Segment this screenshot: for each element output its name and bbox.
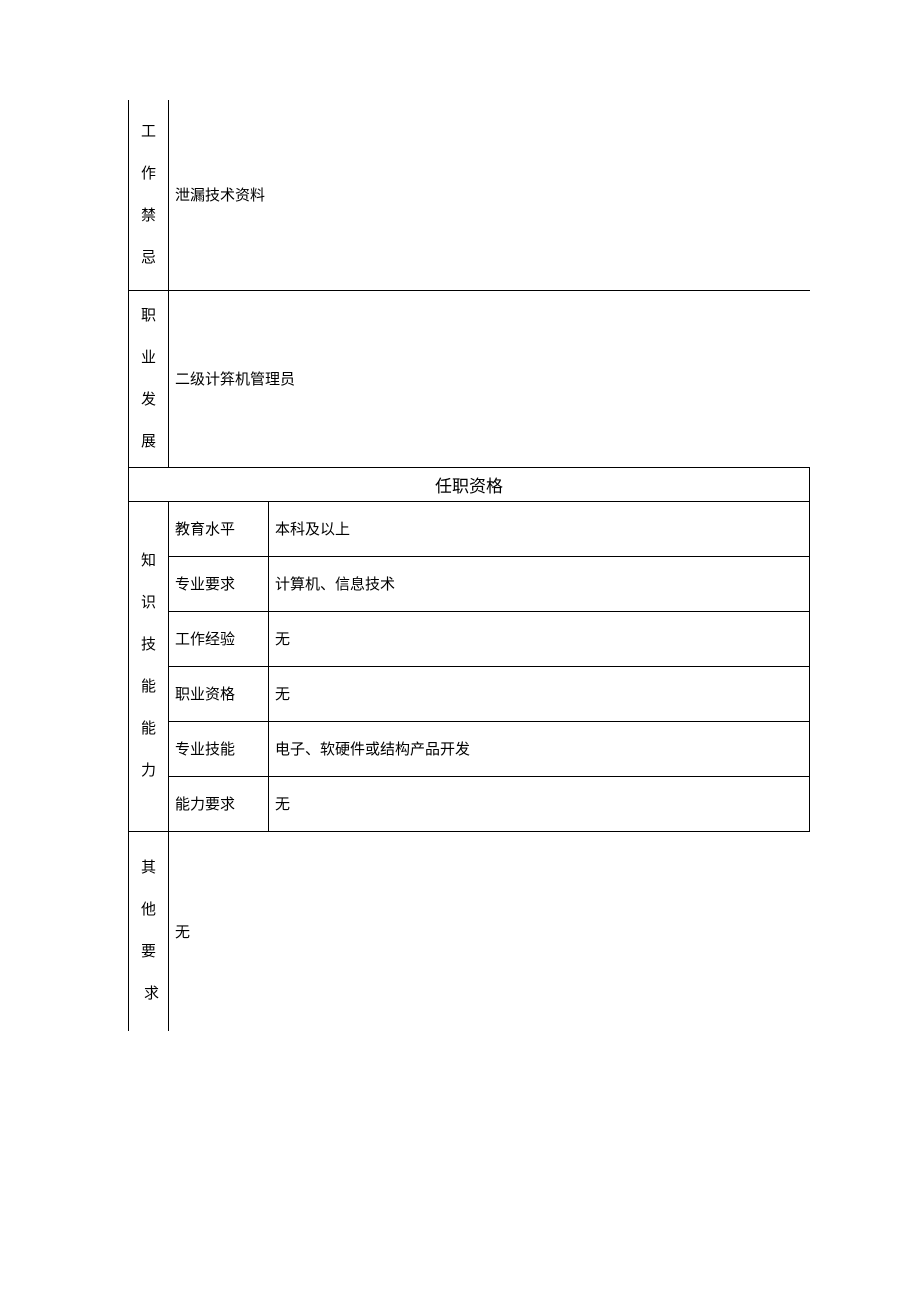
skill-label: 专业技能 <box>169 721 269 776</box>
knowledge-skill-label: 知 识 技 能 能 力 <box>129 501 169 831</box>
career-dev-label: 职 业 发 展 <box>129 290 169 467</box>
ability-label: 能力要求 <box>169 776 269 831</box>
cert-label: 职业资格 <box>169 666 269 721</box>
career-dev-value: 二级计笲机管理员 <box>169 290 810 467</box>
major-value: 计算机、信息技术 <box>269 556 810 611</box>
qualification-header: 任职资格 <box>129 467 810 501</box>
job-spec-table: 工 作 禁 忌 泄漏技术资料 职 业 发 展 二级计笲机管理员 任职资格 知 识… <box>128 100 810 1031</box>
other-req-label: 其 他 要 求 <box>129 831 169 1031</box>
work-taboo-label: 工 作 禁 忌 <box>129 100 169 290</box>
experience-value: 无 <box>269 611 810 666</box>
ability-value: 无 <box>269 776 810 831</box>
major-label: 专业要求 <box>169 556 269 611</box>
education-label: 教育水平 <box>169 501 269 556</box>
cert-value: 无 <box>269 666 810 721</box>
education-value: 本科及以上 <box>269 501 810 556</box>
experience-label: 工作经验 <box>169 611 269 666</box>
work-taboo-value: 泄漏技术资料 <box>169 100 810 290</box>
skill-value: 电子、软硬件或结构产品开发 <box>269 721 810 776</box>
other-req-value: 无 <box>169 831 810 1031</box>
